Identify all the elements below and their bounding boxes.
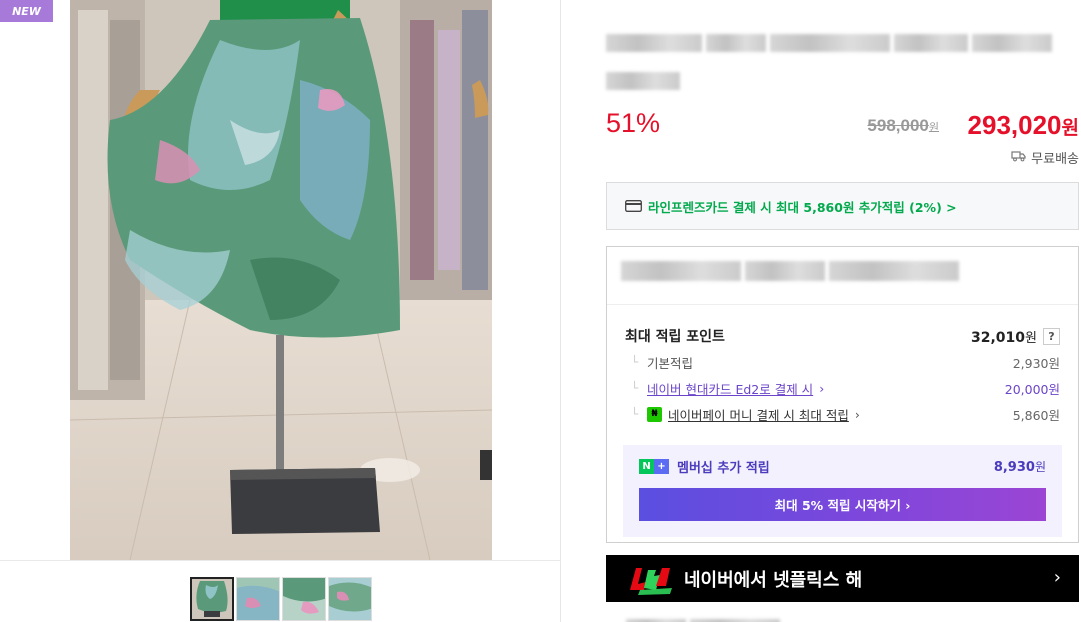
product-title-redacted: [606, 34, 1076, 94]
chevron-right-icon: ›: [819, 380, 825, 396]
product-gallery: NEW: [0, 0, 561, 622]
card-benefit-banner[interactable]: 라인프렌즈카드 결제 시 최대 5,860원 추가적립 (2%) >: [606, 182, 1079, 230]
membership-label: 멤버십 추가 적립: [677, 461, 770, 476]
new-badge: NEW: [0, 0, 53, 22]
membership-points-value: 8,930원: [993, 460, 1046, 475]
gallery-divider: [0, 560, 561, 561]
netflix-banner[interactable]: 네이버에서 넷플릭스 해 ›: [606, 555, 1079, 602]
netflix-banner-text: 네이버에서 넷플릭스 해: [684, 569, 863, 591]
discount-rate: 51%: [606, 108, 661, 138]
thumbnail-1[interactable]: [190, 577, 234, 621]
main-product-image[interactable]: [70, 0, 492, 560]
netflix-logo-icon: [626, 562, 674, 596]
membership-label-group: N + 멤버십 추가 적립: [639, 457, 770, 476]
thumbnail-4[interactable]: [328, 577, 372, 621]
points-total-label: 최대 적립 포인트: [625, 329, 725, 345]
points-row-naverpay[interactable]: └ ₦ 네이버페이 머니 결제 시 최대 적립 › 5,860원: [625, 401, 1060, 427]
hyundai-card-link[interactable]: 네이버 현대카드 Ed2로 결제 시: [647, 379, 813, 398]
chevron-right-icon: ›: [854, 406, 860, 422]
thumbnail-3[interactable]: [282, 577, 326, 621]
naverpay-link[interactable]: 네이버페이 머니 결제 시 최대 적립: [668, 405, 849, 424]
thumbnail-strip: [190, 577, 372, 621]
thumbnail-2[interactable]: [236, 577, 280, 621]
truck-icon: [1011, 150, 1026, 166]
naverpay-points-value: 5,860원: [1012, 407, 1060, 423]
naver-plus-icon: N +: [639, 459, 669, 474]
basic-points-label: 기본적립: [647, 355, 694, 371]
card-benefit-text: 라인프렌즈카드 결제 시 최대 5,860원 추가적립 (2%) >: [648, 199, 957, 215]
basic-points-value: 2,930원: [1012, 355, 1060, 371]
sale-price: 293,020원: [967, 110, 1079, 140]
original-price: 598,000원: [867, 116, 939, 135]
bottom-text-redacted: [626, 612, 816, 622]
start-membership-button[interactable]: 최대 5% 적립 시작하기 ›: [639, 488, 1046, 521]
chevron-right-icon: ›: [1053, 567, 1061, 588]
membership-section: N + 멤버십 추가 적립 8,930원 최대 5% 적립 시작하기 ›: [623, 445, 1062, 537]
points-box: 최대 적립 포인트 32,010원 ? └ 기본적립 2,930원 └ 네이버 현대…: [606, 246, 1079, 543]
points-row-hyundai-card[interactable]: └ 네이버 현대카드 Ed2로 결제 시 › 20,000원: [625, 375, 1060, 401]
naverpay-icon: ₦: [647, 406, 662, 422]
hyundai-card-points-value: 20,000원: [1004, 381, 1060, 397]
credit-card-icon: [625, 197, 642, 216]
product-page: NEW 51% 598,000원 293,020원 무료배송 라인프렌즈카드 결…: [0, 0, 1081, 622]
points-header-redacted: [607, 247, 1078, 305]
shipping-info: 무료배송: [1011, 148, 1079, 167]
points-total-value: 32,010원 ?: [971, 327, 1060, 346]
points-row-basic: └ 기본적립 2,930원: [625, 349, 1060, 375]
help-icon[interactable]: ?: [1043, 327, 1060, 345]
points-total-row: 최대 적립 포인트 32,010원 ?: [625, 323, 1060, 349]
shipping-label: 무료배송: [1031, 152, 1079, 167]
